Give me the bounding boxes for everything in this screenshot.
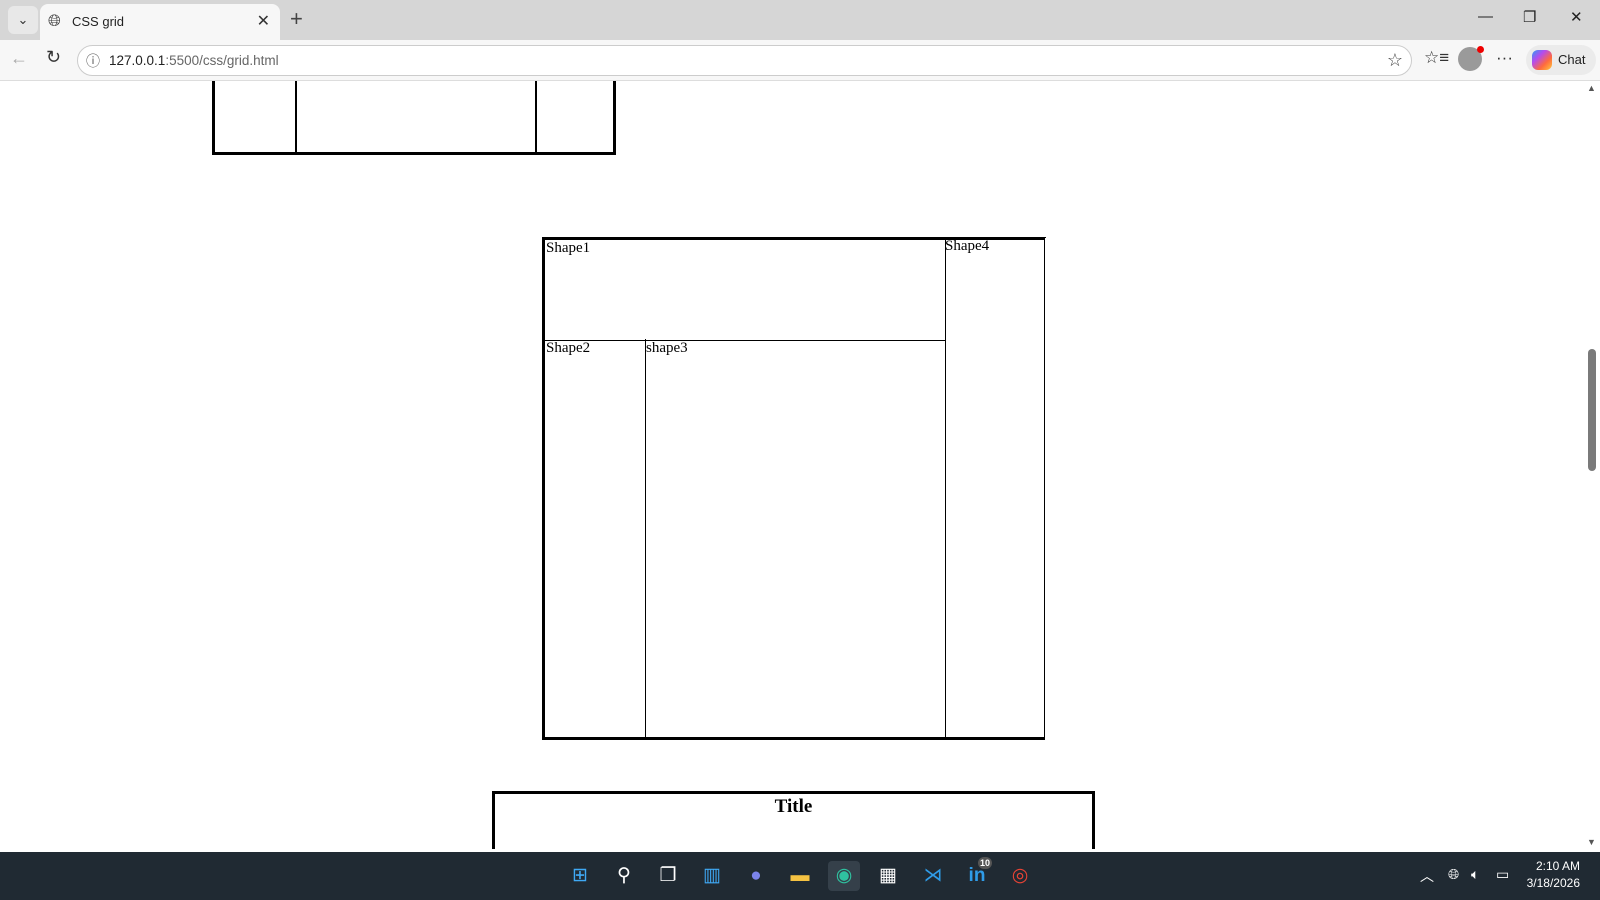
url-path: :5500/css/grid.html (165, 53, 279, 68)
file-explorer-icon[interactable]: ▬ (784, 861, 816, 891)
edge-icon[interactable]: ◉ (828, 861, 860, 891)
vertical-scrollbar[interactable]: ▲ ▼ (1584, 81, 1600, 849)
new-tab-button[interactable]: + (290, 6, 303, 32)
shape2: Shape2 (544, 339, 646, 739)
battery-icon[interactable]: ▭ (1496, 866, 1509, 883)
copilot-chat-button[interactable]: Chat (1526, 45, 1596, 75)
close-tab-icon[interactable]: ✕ (257, 11, 270, 31)
network-icon[interactable]: 🌐︎ (1448, 866, 1459, 883)
start-windows-icon[interactable]: ⊞ (564, 861, 596, 891)
tab-strip: ⌄ 🌐︎ CSS grid ✕ + — ❐ ✕ (0, 0, 1600, 40)
scroll-down-arrow-icon[interactable]: ▼ (1587, 837, 1596, 847)
taskbar: ⊞ ⚲ ❐ ▥ ● ▬ ◉ ▦ ⋊ in 10 ◎ ︿ 🌐︎ 🔈︎ ▭ 2:10 … (0, 852, 1600, 900)
widgets-icon[interactable]: ▥ (696, 861, 728, 891)
shape1: Shape1 (544, 239, 946, 341)
url-text: 127.0.0.1:5500/css/grid.html (109, 53, 279, 68)
time: 2:10 AM (1535, 859, 1580, 873)
date: 3/18/2026 (1526, 876, 1580, 890)
notification-dot (1477, 46, 1484, 53)
minimize-button[interactable]: — (1478, 8, 1493, 25)
shape3: shape3 (644, 339, 946, 739)
tab-title: CSS grid (72, 14, 125, 29)
shape4: Shape4 (943, 237, 1046, 740)
task-view-icon[interactable]: ❐ (652, 861, 684, 891)
tab-css-grid[interactable]: 🌐︎ CSS grid ✕ (40, 4, 280, 40)
vscode-icon[interactable]: ⋊ (917, 861, 949, 891)
title-box: Title (492, 791, 1095, 849)
page-content: Shape1 Shape4 Shape2 shape3 Title (0, 81, 1584, 849)
profile-avatar[interactable] (1458, 46, 1484, 71)
scroll-up-arrow-icon[interactable]: ▲ (1587, 83, 1596, 93)
search-icon[interactable]: ⚲ (608, 861, 640, 891)
divider (295, 81, 297, 152)
more-menu-icon[interactable]: ··· (1496, 48, 1513, 68)
url-host: 127.0.0.1 (109, 53, 166, 68)
copilot-icon (1532, 50, 1552, 70)
favorites-icon[interactable]: ☆≡ (1424, 48, 1449, 68)
reload-button[interactable]: ↻ (46, 47, 61, 68)
close-window-button[interactable]: ✕ (1570, 8, 1583, 26)
notification-badge: 10 (978, 857, 993, 869)
volume-icon[interactable]: 🔈︎ (1471, 866, 1479, 883)
chrome-icon[interactable]: ◎ (1004, 861, 1036, 891)
top-grid (212, 81, 616, 155)
teams-icon[interactable]: ● (740, 861, 772, 891)
scrollbar-thumb[interactable] (1588, 349, 1596, 471)
microsoft-store-icon[interactable]: ▦ (872, 861, 904, 891)
address-bar[interactable]: ⓘ 127.0.0.1:5500/css/grid.html ☆ (77, 45, 1412, 76)
shape-grid: Shape1 Shape4 Shape2 shape3 (542, 237, 1046, 740)
favorite-star-icon[interactable]: ☆ (1387, 50, 1403, 71)
globe-icon: 🌐︎ (48, 13, 61, 30)
toolbar: ← ↻ ⓘ 127.0.0.1:5500/css/grid.html ☆ ☆≡ … (0, 40, 1600, 81)
title-heading: Title (774, 796, 813, 817)
info-icon[interactable]: ⓘ (86, 51, 100, 71)
divider (535, 81, 537, 152)
back-button[interactable]: ← (10, 48, 28, 69)
restore-button[interactable]: ❐ (1523, 8, 1536, 26)
clock[interactable]: 2:10 AM 3/18/2026 (1527, 858, 1580, 892)
linkedin-icon[interactable]: in 10 (961, 857, 993, 891)
tab-list-button[interactable]: ⌄ (8, 6, 38, 34)
show-hidden-icons-icon[interactable]: ︿ (1420, 866, 1434, 886)
chat-label: Chat (1558, 52, 1586, 67)
